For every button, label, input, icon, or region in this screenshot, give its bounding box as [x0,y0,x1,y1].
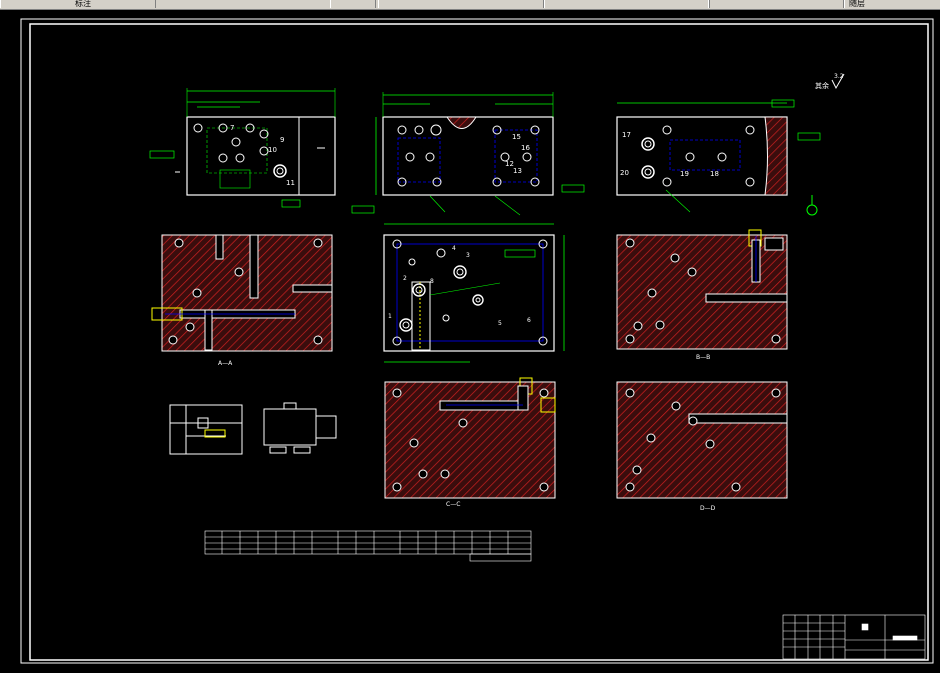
layer-dropdown-4[interactable]: 随层 [844,0,940,8]
tm-num-12: 12 [505,160,514,168]
layer-dropdown-1[interactable] [378,0,544,8]
section-bb: B—B [616,229,788,361]
section-aa: A—A [151,234,333,367]
view-top-left: 7 10 11 9 [149,88,336,208]
toolbar-left-group[interactable]: 标注 [0,0,156,8]
view-top-middle: 15 16 13 12 [351,92,585,216]
cad-drawing: 7 10 11 9 15 16 13 12 17 19 18 20 其余 3.2… [20,18,934,664]
roughness-value: 3.2 [834,73,844,80]
center-num-3: 3 [466,252,470,259]
parts-table [204,530,532,562]
tr-num-20: 20 [620,169,629,177]
center-num-8: 8 [430,278,434,285]
tl-num-7: 7 [230,124,234,132]
center-num-5: 5 [498,320,502,327]
tm-num-15: 15 [512,133,521,141]
toolbar-left-label: 标注 [75,0,91,8]
cad-toolbar: 标注 随层 [0,0,940,10]
detail-views [169,402,337,455]
toolbar-icons[interactable] [330,0,376,8]
tl-num-10: 10 [268,146,277,154]
view-center-plan: 1 2 3 4 5 6 8 [383,223,565,363]
tr-num-19: 19 [680,170,689,178]
roughness-label: 其余 [815,81,829,90]
center-num-6: 6 [527,317,531,324]
label-bb: B—B [696,354,710,361]
view-top-right: 17 19 18 20 [616,99,821,216]
center-num-2: 2 [403,275,407,282]
tr-num-17: 17 [622,131,631,139]
title-block [782,614,926,660]
tr-num-18: 18 [710,170,719,178]
tl-num-9: 9 [280,136,284,144]
section-cc: C—C [384,377,556,508]
label-cc: C—C [446,501,460,508]
tm-num-16: 16 [521,144,530,152]
layer-dropdown-label: 随层 [849,0,865,8]
center-num-1: 1 [388,313,392,320]
tl-num-11: 11 [286,179,295,187]
section-dd: D—D [616,381,788,512]
center-num-4: 4 [452,245,456,252]
label-dd: D—D [700,505,716,512]
drawing-canvas[interactable]: 7 10 11 9 15 16 13 12 17 19 18 20 其余 3.2… [0,10,940,669]
roughness-symbol: 其余 3.2 [815,73,845,90]
tm-num-13: 13 [513,167,522,175]
label-aa: A—A [218,360,233,367]
layer-dropdown-2[interactable] [544,0,710,8]
layer-dropdown-3[interactable] [708,0,844,8]
